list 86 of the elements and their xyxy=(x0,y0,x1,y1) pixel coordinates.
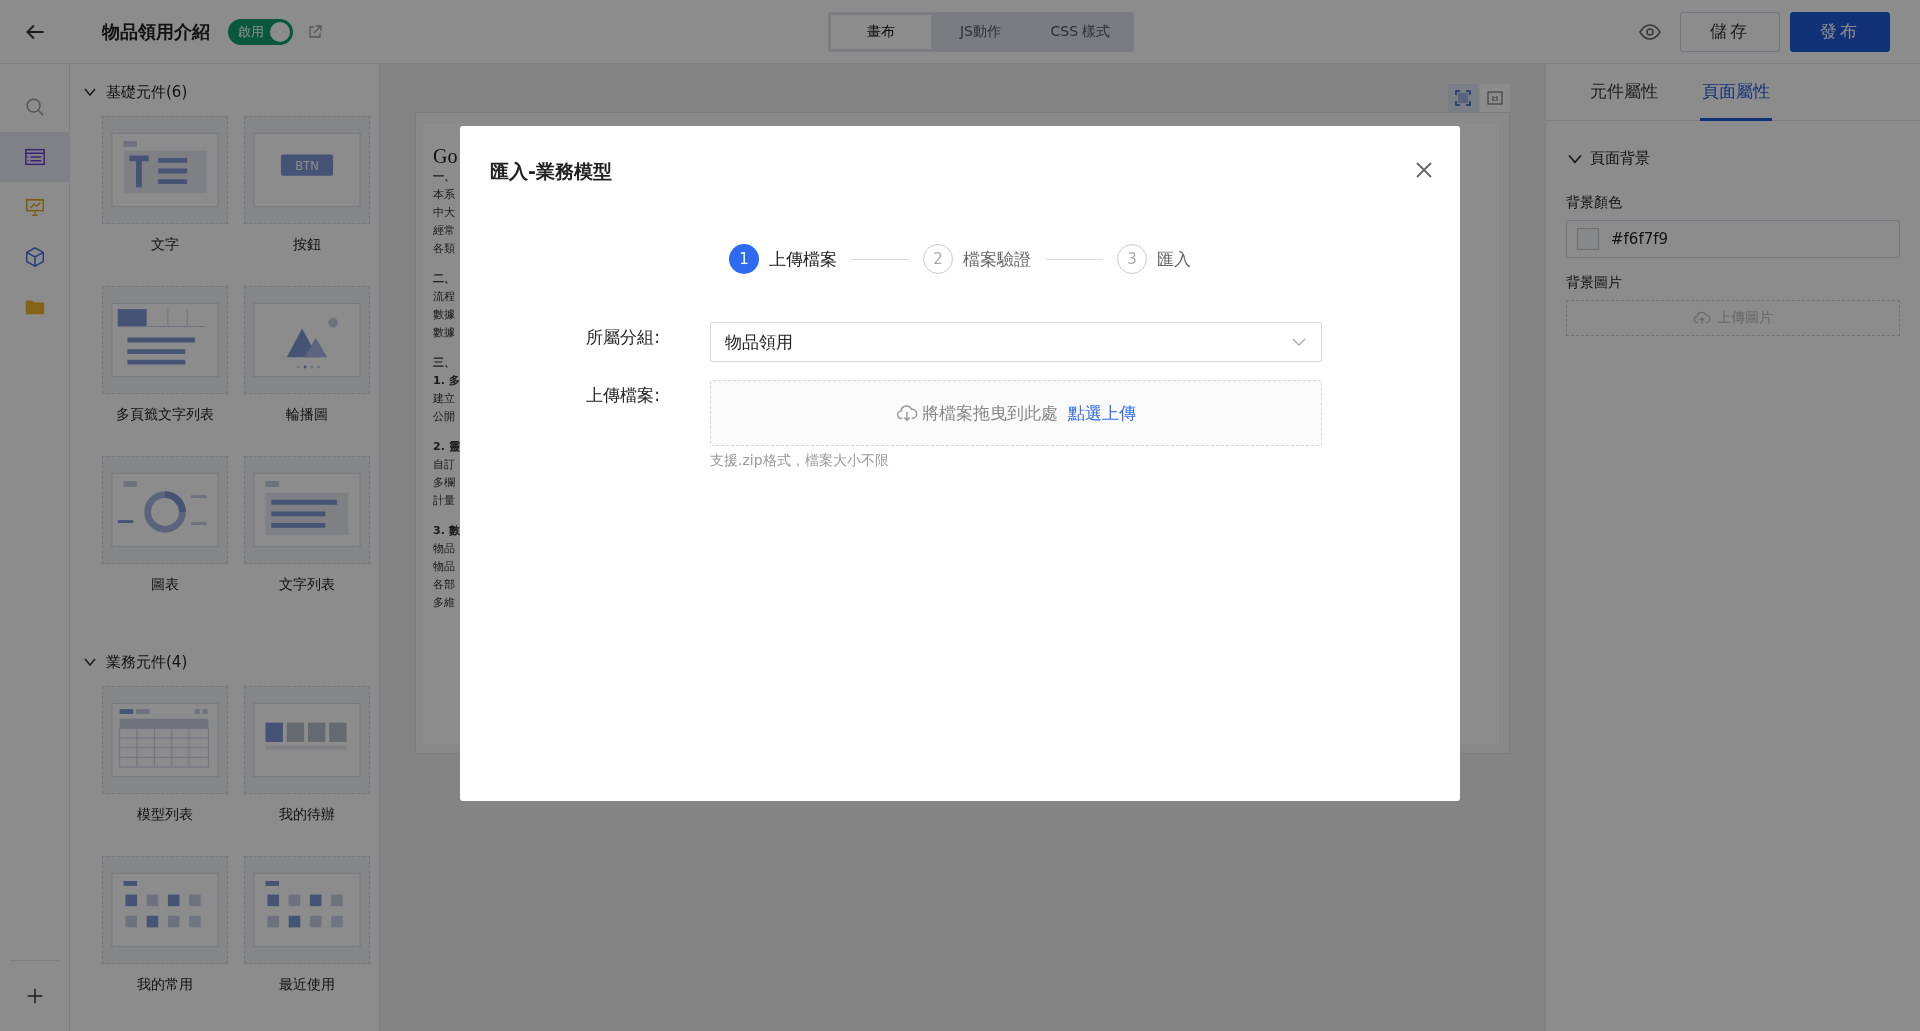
document-text: 數據 xyxy=(433,325,455,341)
document-text: 自訂 xyxy=(433,457,455,473)
section-header[interactable]: 業務元件(4) xyxy=(70,648,379,676)
presentation-board-icon xyxy=(23,196,46,218)
document-text: 三、 xyxy=(433,355,455,371)
document-text: 物品 xyxy=(433,559,455,575)
step-label: 上傳檔案 xyxy=(769,247,837,271)
chevron-icon xyxy=(84,656,96,668)
field-label: 背景顏色 xyxy=(1566,194,1623,212)
property-tab[interactable]: 頁面屬性 xyxy=(1700,64,1772,121)
upload-link[interactable]: 點選上傳 xyxy=(1068,401,1136,425)
document-text: 數據 xyxy=(433,307,455,323)
section-title: 頁面背景 xyxy=(1590,149,1650,168)
component-label: 模型列表 xyxy=(137,806,193,824)
component-tile[interactable] xyxy=(102,456,228,564)
field-label: 背景圖片 xyxy=(1566,274,1623,292)
dialog-title: 匯入-業務模型 xyxy=(490,159,612,184)
document-heading: Go xyxy=(433,145,458,168)
component-tile[interactable] xyxy=(102,686,228,794)
document-text: 流程 xyxy=(433,289,455,305)
actual-size-icon xyxy=(1486,89,1504,107)
color-swatch[interactable] xyxy=(1577,228,1599,250)
external-link-icon[interactable] xyxy=(307,23,323,40)
document-text: 多欄 xyxy=(433,475,455,491)
component-label: 多頁籤文字列表 xyxy=(116,406,214,424)
component-tile[interactable] xyxy=(102,116,228,224)
enable-toggle[interactable]: 啟用 xyxy=(228,18,293,45)
field-label: 上傳檔案: xyxy=(585,384,660,407)
document-text: 二、 xyxy=(433,271,455,287)
component-tile[interactable] xyxy=(244,286,370,394)
component-label: 按鈕 xyxy=(293,236,321,254)
document-text: 2. 靈 xyxy=(433,439,460,455)
zoom-mode-button[interactable] xyxy=(1448,84,1478,112)
property-tab[interactable]: 元件屬性 xyxy=(1588,64,1660,121)
page-title: 物品領用介紹 xyxy=(102,19,210,44)
document-text: 多維 xyxy=(433,595,455,611)
step-number: 1 xyxy=(729,244,759,274)
document-text: 本系 xyxy=(433,187,455,203)
component-tile[interactable] xyxy=(102,286,228,394)
file-drop-zone[interactable]: 將檔案拖曳到此處 點選上傳 xyxy=(710,380,1322,446)
step-label: 檔案驗證 xyxy=(963,247,1031,271)
document-text: 公開 xyxy=(433,409,455,425)
cloud-upload-icon xyxy=(1693,309,1711,327)
section-title: 業務元件(4) xyxy=(106,652,188,672)
document-text: 中大 xyxy=(433,205,455,221)
component-label: 文字 xyxy=(151,236,179,254)
component-label: 輪播圖 xyxy=(286,406,328,424)
component-thumbnail-drawing: BTN xyxy=(252,131,362,209)
cloud-download-icon xyxy=(896,402,918,424)
color-input-field[interactable]: #f6f7f9 xyxy=(1566,220,1900,258)
upload-hint: 支援.zip格式，檔案大小不限 xyxy=(710,452,890,470)
section-header[interactable]: 頁面背景 xyxy=(1568,149,1920,168)
document-text: 物品 xyxy=(433,541,455,557)
component-tile[interactable] xyxy=(244,686,370,794)
component-label: 我的待辦 xyxy=(279,806,335,824)
component-label: 最近使用 xyxy=(279,976,335,994)
group-select[interactable]: 物品領用 xyxy=(710,322,1322,362)
component-tile[interactable] xyxy=(244,456,370,564)
document-text: 各部 xyxy=(433,577,455,593)
document-text: 3. 數 xyxy=(433,523,460,539)
component-tile[interactable] xyxy=(244,856,370,964)
document-text: 一、 xyxy=(433,169,455,185)
sidebar-item[interactable] xyxy=(0,132,69,182)
document-text: 各類 xyxy=(433,241,455,257)
chevron-icon xyxy=(84,86,96,98)
component-tile[interactable] xyxy=(102,856,228,964)
step-label: 匯入 xyxy=(1157,247,1191,271)
document-text: 建立 xyxy=(433,391,455,407)
section-header[interactable]: 基礎元件(6) xyxy=(70,78,379,106)
section-title: 基礎元件(6) xyxy=(106,82,188,102)
component-label: 我的常用 xyxy=(137,976,193,994)
field-label: 所屬分組: xyxy=(585,326,660,349)
document-text: 計量 xyxy=(433,493,455,509)
document-text: 經常 xyxy=(433,223,455,239)
save-button[interactable]: 儲存 xyxy=(1680,11,1780,52)
view-tab[interactable]: 畫布 xyxy=(830,14,931,49)
component-label: 文字列表 xyxy=(279,576,335,594)
fit-screen-icon xyxy=(1454,89,1472,107)
list-icon xyxy=(23,146,46,168)
component-label: 圖表 xyxy=(151,576,179,594)
publish-button[interactable]: 發布 xyxy=(1790,11,1890,52)
drop-prompt: 將檔案拖曳到此處 xyxy=(922,401,1058,425)
cube-icon xyxy=(23,246,46,268)
zoom-mode-button[interactable] xyxy=(1480,84,1510,112)
search-icon xyxy=(23,96,46,118)
document-text: 1. 多 xyxy=(433,373,460,389)
